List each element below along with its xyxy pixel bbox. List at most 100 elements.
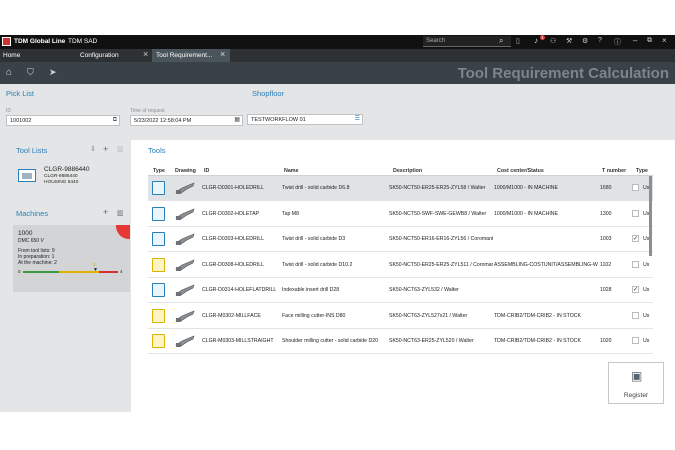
table-row[interactable]: CLGR-D0302-HOLETAP Tap M8 SK50-NCT50-SWF-S… bbox=[148, 202, 653, 227]
tool-id: CLGR-D0303-HOLEDRILL bbox=[202, 236, 264, 242]
tool-t-number: 1680 bbox=[600, 185, 612, 191]
app-name: TDM Global Line bbox=[14, 38, 66, 45]
tab-label: Tool Requirement... bbox=[156, 52, 213, 59]
tool-description: SK50-NCT50-ER25-ER25-ZYL58 / Walter bbox=[389, 185, 486, 191]
tool-checkbox[interactable] bbox=[632, 337, 639, 344]
tools-heading: Tools bbox=[148, 146, 166, 155]
tab-tool-requirement[interactable]: Tool Requirement... × bbox=[152, 49, 230, 62]
col-name[interactable]: Name bbox=[284, 168, 298, 174]
time-label: Time of request bbox=[130, 108, 165, 114]
tool-type-abbrev: Us bbox=[643, 312, 650, 319]
tool-type-icon bbox=[152, 181, 165, 195]
register-label: Register bbox=[623, 392, 649, 399]
machine-id: 1000 bbox=[18, 230, 33, 237]
time-field[interactable]: 5/23/2022 12:58:04 PM ▦ bbox=[130, 115, 243, 126]
delete-machine-icon[interactable]: ▥ bbox=[117, 209, 124, 217]
tool-checkbox[interactable] bbox=[632, 209, 639, 217]
notification-badge: 1 bbox=[540, 35, 545, 40]
document-icon[interactable]: ▯ bbox=[516, 37, 520, 45]
tool-list-sub1: CLGR-9886440 bbox=[44, 174, 78, 179]
tool-cost-center: TDM-CRIB2/TDM-CRIB2 - IN STOCK bbox=[494, 312, 581, 319]
tool-lists-heading: Tool Lists bbox=[16, 146, 48, 155]
tool-id: CLGR-M0303-MILLSTRAIGHT bbox=[202, 338, 274, 344]
tools-icon[interactable]: ⚒ bbox=[566, 37, 572, 45]
search-box[interactable]: Search ⌕ bbox=[423, 36, 511, 47]
tab-close-icon[interactable]: × bbox=[220, 49, 225, 59]
table-row[interactable]: CLGR-M0302-MILLFACE Face milling cutter-I… bbox=[148, 304, 653, 329]
time-value: 5/23/2022 12:58:04 PM bbox=[134, 118, 192, 124]
col-id[interactable]: ID bbox=[204, 168, 209, 174]
tool-name: Face milling cutter-INS D80 bbox=[282, 312, 346, 319]
tag-icon[interactable]: ➤ bbox=[49, 67, 57, 78]
register-button[interactable]: ▣ Register bbox=[608, 362, 664, 404]
close-icon[interactable]: × bbox=[662, 36, 667, 45]
tool-list-item[interactable]: CLGR-9886440 CLGR-9886440 HOUSING 6440 bbox=[16, 165, 116, 189]
tool-checkbox[interactable] bbox=[632, 260, 639, 268]
scrollbar-thumb[interactable] bbox=[649, 176, 652, 256]
col-type[interactable]: Type bbox=[153, 168, 165, 174]
search-input[interactable]: Search bbox=[426, 38, 445, 44]
tool-cost-center: TDM-CRIB2/TDM-CRIB2 - IN STOCK bbox=[494, 338, 581, 344]
tool-t-number: 1300 bbox=[600, 210, 612, 217]
settings-icon[interactable]: ⚙ bbox=[582, 37, 588, 45]
shopfloor-field[interactable]: TESTWORKFLOW 01 ☰ bbox=[247, 114, 363, 125]
tool-id: CLGR-D0308-HOLEDRILL bbox=[202, 261, 264, 268]
tool-t-number: 1020 bbox=[600, 338, 612, 344]
delete-icon[interactable]: ▥ bbox=[117, 145, 124, 153]
home-icon[interactable]: ⌂ bbox=[6, 67, 12, 78]
tool-checkbox[interactable] bbox=[632, 311, 639, 319]
tool-checkbox[interactable]: ✓ bbox=[632, 286, 639, 293]
left-panel: Tool Lists ⇩ + ▥ CLGR-9886440 CLGR-98864… bbox=[0, 140, 131, 412]
col-type-2[interactable]: Type bbox=[636, 168, 648, 174]
minimize-icon[interactable]: – bbox=[633, 36, 637, 45]
help-icon[interactable]: ? bbox=[598, 37, 602, 44]
tab-configuration[interactable]: Configuration bbox=[80, 52, 119, 59]
tool-cost-center: 1000/M1000 - IN MACHINE bbox=[494, 210, 559, 217]
calendar-icon[interactable]: ▦ bbox=[234, 117, 240, 123]
filter-icon[interactable]: ⛉ bbox=[27, 67, 34, 78]
list-icon[interactable]: ☰ bbox=[355, 116, 360, 122]
tool-description: SK50-NCT63-ER25-ZYL520 / Walter bbox=[389, 338, 474, 344]
tool-description: SK50-NCT50-SWF-SWE-GEWB8 / Walter bbox=[389, 210, 487, 217]
edit-icon[interactable]: ⧉ bbox=[113, 117, 117, 123]
add-icon[interactable]: + bbox=[103, 144, 108, 154]
tool-type-icon bbox=[152, 232, 165, 246]
table-row[interactable]: CLGR-D0314-HOLEFLATDRILL Indexable insert… bbox=[148, 278, 653, 303]
tool-id: CLGR-D0314-HOLEFLATDRILL bbox=[202, 287, 277, 293]
col-description[interactable]: Description bbox=[393, 168, 422, 174]
pick-list-heading: Pick List bbox=[6, 89, 34, 98]
title-bar: TDM Global Line TDM SAD Search ⌕ ▯ ♪ 1 ⚇… bbox=[0, 35, 675, 49]
tool-id: CLGR-D0302-HOLETAP bbox=[202, 210, 259, 217]
tab-close-icon[interactable]: × bbox=[143, 49, 148, 59]
table-row[interactable]: CLGR-D0308-HOLEDRILL Twist drill - solid … bbox=[148, 253, 653, 278]
shopfloor-heading: Shopfloor bbox=[252, 89, 285, 98]
table-row[interactable]: CLGR-M0303-MILLSTRAIGHT Shoulder milling … bbox=[148, 329, 653, 354]
machines-heading: Machines bbox=[16, 209, 49, 218]
tool-list-id: CLGR-9886440 bbox=[44, 166, 90, 173]
tool-type-abbrev: Us bbox=[643, 287, 650, 293]
tab-home[interactable]: Home bbox=[3, 52, 20, 59]
id-field[interactable]: 1001002 ⧉ bbox=[6, 115, 120, 126]
pick-list-panel: Pick List ID 1001002 ⧉ Time of request 5… bbox=[0, 84, 675, 140]
col-t-number[interactable]: T number bbox=[602, 168, 626, 174]
col-drawing[interactable]: Drawing bbox=[175, 168, 196, 174]
add-machine-icon[interactable]: + bbox=[103, 207, 108, 217]
tool-checkbox[interactable]: ✓ bbox=[632, 235, 639, 242]
info-icon[interactable]: ⓘ bbox=[614, 37, 621, 47]
table-row[interactable]: CLGR-D0301-HOLEDRILL Twist drill - solid … bbox=[148, 176, 653, 201]
machine-card[interactable]: 1000 DMC 650 V From tool lists: 9 In pre… bbox=[13, 225, 130, 292]
search-icon[interactable]: ⌕ bbox=[499, 36, 503, 46]
machine-alert-marker bbox=[116, 225, 130, 239]
tool-type-icon bbox=[152, 283, 165, 297]
download-icon[interactable]: ⇩ bbox=[90, 145, 96, 153]
tool-description: SK50-NCT50-ER16-ER16-ZYL56 / Coromant bbox=[389, 236, 493, 242]
col-cost-center[interactable]: Cost center/Status bbox=[497, 168, 544, 174]
restore-icon[interactable]: ⧉ bbox=[647, 37, 652, 45]
table-row[interactable]: CLGR-D0303-HOLEDRILL Twist drill - solid … bbox=[148, 227, 653, 252]
tool-checkbox[interactable] bbox=[632, 184, 639, 191]
capacity-marker-icon: ▼ bbox=[93, 267, 98, 273]
users-icon[interactable]: ⚇ bbox=[550, 37, 556, 45]
bell-icon[interactable]: ♪ bbox=[534, 36, 538, 45]
scale-min: 0 bbox=[18, 269, 21, 274]
tool-description: SK50-NCT63-ZYL532 / Walter bbox=[389, 287, 459, 293]
